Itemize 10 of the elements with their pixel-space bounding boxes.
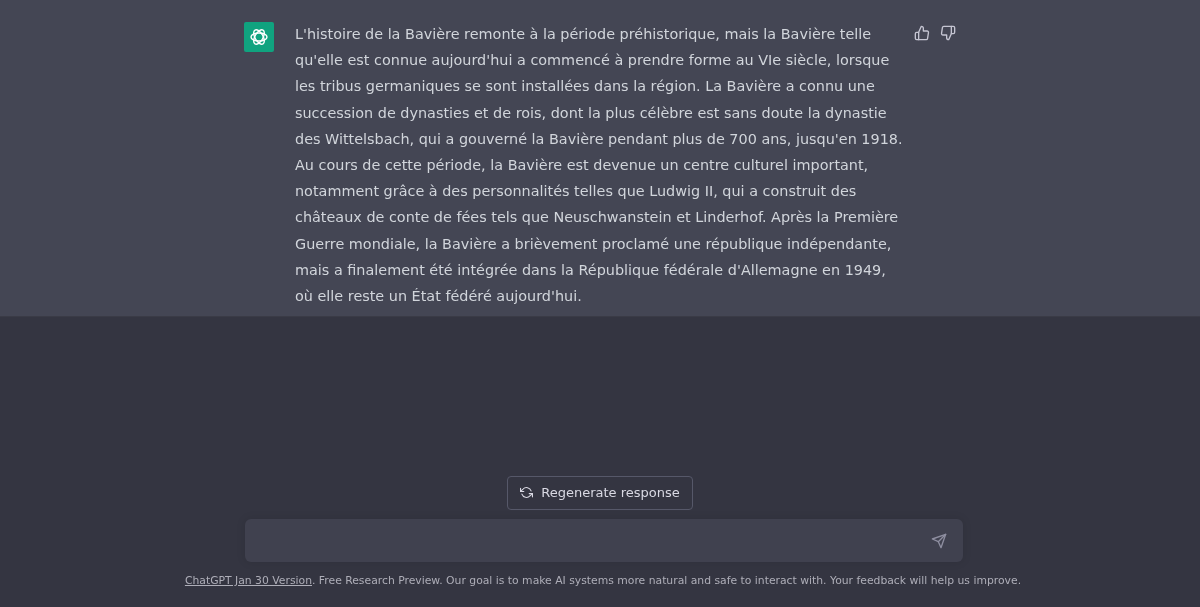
assistant-avatar-icon (244, 22, 274, 52)
thumbs-up-icon[interactable] (913, 24, 931, 42)
response-text: L'histoire de la Bavière remonte à la période préhistorique, mais la Bavière telle qu'elle est connue aujourd'hui a commencé à prendre forme au VIe siècle, lorsque les tribus germaniques se sont installées dans la région. La Bavière a connu une succession de dynasties et de rois, dont la plus célèbre est sans doute la dynastie des Wittelsbach, qui a gouverné la Bavière pendant plus de 700 ans, jusqu'en 1918. Au cours de cette période, la Bavière est devenue un centre culturel important, notamment grâce à des personnalités telles que Ludwig II, qui a construit des châteaux de conte de fées tels que Neuschwanstein et Linderhof. Après la Première Guerre mondiale, la Bavière a brièvement proclamé une république indépendante, mais a finalement été intégrée dans la République fédérale d'Allemagne en 1949, où elle reste un État fédéré aujourd'hui. (295, 25, 904, 307)
footer-disclaimer: ChatGPT Jan 30 Version. Free Research Preview. Our goal is to make AI systems more natural and safe to interact with. Your feedback will help us improve. (184, 574, 1022, 587)
message-input-field[interactable] (245, 519, 963, 562)
version-link[interactable]: ChatGPT Jan 30 Version (184, 574, 312, 587)
send-icon[interactable] (931, 532, 947, 549)
regenerate-button[interactable]: Regenerate response (507, 476, 693, 510)
thumbs-down-icon[interactable] (939, 24, 957, 42)
refresh-icon (520, 486, 534, 499)
